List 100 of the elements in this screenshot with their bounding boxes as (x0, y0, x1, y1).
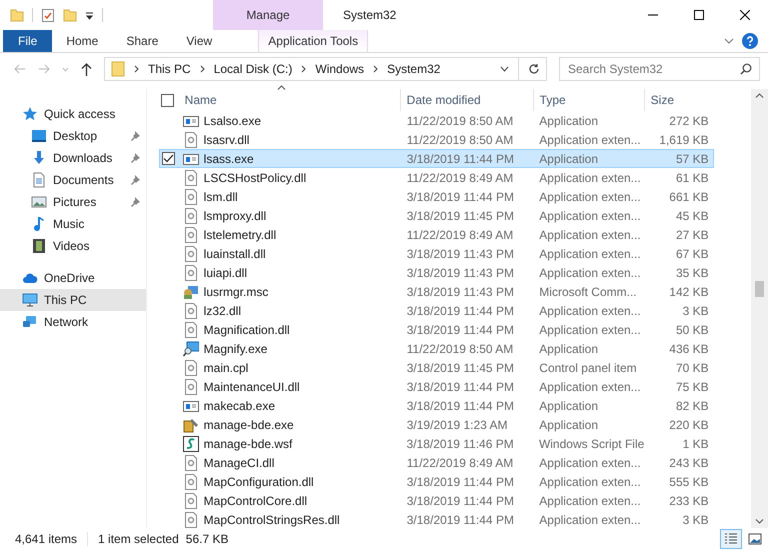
nav-item[interactable]: Desktop (0, 125, 146, 147)
size-cell-text: 3 KB (682, 512, 710, 526)
size-cell-text: 50 KB (674, 322, 710, 336)
file-row[interactable]: MapControlStringsRes.dll 3/18/2019 11:44 PM Application exten... 3 KB (158, 510, 714, 529)
file-row[interactable]: lsasrv.dll 11/22/2019 8:50 AM Application exten... 1,619 KB (158, 130, 714, 149)
gear-document-icon (182, 454, 199, 470)
column-header[interactable]: Name (182, 93, 217, 107)
date-cell-text: 3/18/2019 11:44 PM (406, 152, 515, 166)
file-row[interactable]: LSCSHostPolicy.dll 11/22/2019 8:49 AM Application exten... 61 KB (158, 168, 714, 187)
ribbon-tab[interactable]: File (3, 30, 52, 52)
pin-icon[interactable] (130, 153, 140, 163)
file-row[interactable]: ManageCI.dll 11/22/2019 8:49 AM Application exten... 243 KB (158, 453, 714, 472)
file-row[interactable]: MaintenanceUI.dll 3/18/2019 11:44 PM Application exten... 75 KB (158, 377, 714, 396)
breadcrumb[interactable]: System32 (387, 62, 440, 76)
pin-icon[interactable] (130, 197, 140, 207)
column-header[interactable]: Size (644, 89, 714, 111)
checklist-icon[interactable] (41, 8, 55, 22)
date-cell-text: 3/18/2019 11:44 PM (406, 494, 515, 508)
refresh-icon[interactable] (528, 63, 540, 75)
nav-item[interactable]: Documents (0, 169, 146, 191)
select-all-checkbox[interactable] (160, 94, 174, 106)
type-cell-text: Application exten... (538, 246, 642, 260)
scrollbar[interactable] (751, 89, 768, 528)
type-cell-text: Application exten... (538, 474, 642, 488)
up-arrow-icon[interactable] (81, 62, 92, 76)
scroll-up-icon[interactable] (755, 93, 764, 98)
help-icon[interactable] (742, 33, 758, 49)
chevron-right-icon[interactable] (301, 65, 306, 73)
nav-item[interactable]: Downloads (0, 147, 146, 169)
pin-icon[interactable] (130, 131, 140, 141)
date-cell-text: 3/18/2019 11:45 PM (406, 208, 515, 222)
file-row[interactable]: lz32.dll 3/18/2019 11:44 PM Application exten... 3 KB (158, 301, 714, 320)
scroll-thumb[interactable] (755, 281, 764, 297)
search-field[interactable]: Search System32 (559, 57, 760, 81)
file-row[interactable]: MapControlCore.dll 3/18/2019 11:44 PM Application exten... 233 KB (158, 491, 714, 510)
size-cell-text: 61 KB (674, 170, 710, 184)
file-name: lstelemetry.dll (204, 228, 276, 242)
file-row[interactable]: Magnification.dll 3/18/2019 11:44 PM Application exten... 50 KB (158, 320, 714, 339)
file-row[interactable]: lsm.dll 3/18/2019 11:44 PM Application exten... 661 KB (158, 187, 714, 206)
address-bar[interactable]: This PC Local Disk (C:) Windows System32 (104, 57, 547, 81)
ribbon-tab[interactable]: Share (112, 30, 172, 52)
file-row[interactable]: Lsalso.exe 11/22/2019 8:50 AM Application 272 KB (158, 111, 714, 130)
file-name: manage-bde.exe (204, 418, 294, 432)
size-cell-text: 142 KB (668, 284, 710, 298)
scroll-down-icon[interactable] (755, 519, 764, 524)
nav-item[interactable]: Pictures (0, 191, 146, 213)
nav-item[interactable]: Videos (0, 235, 146, 257)
details-view-button[interactable] (720, 529, 742, 549)
date-cell-text: 3/18/2019 11:44 PM (406, 380, 515, 394)
row-checkbox[interactable] (162, 152, 175, 165)
file-row[interactable]: lsass.exe 3/18/2019 11:44 PM Application 57 KB (158, 149, 714, 168)
file-row[interactable]: manage-bde.wsf 3/18/2019 11:46 PM Windows Script File 1 KB (158, 434, 714, 453)
file-row[interactable]: luainstall.dll 3/18/2019 11:43 PM Application exten... 67 KB (158, 244, 714, 263)
date-cell-text: 3/18/2019 11:43 PM (406, 246, 515, 260)
file-row[interactable]: lstelemetry.dll 11/22/2019 8:49 AM Application exten... 27 KB (158, 225, 714, 244)
ribbon-tab[interactable]: Home (52, 30, 112, 52)
nav-item[interactable]: OneDrive (0, 267, 146, 289)
gear-document-icon (182, 132, 199, 148)
column-header[interactable]: Type (532, 89, 644, 111)
pin-icon[interactable] (130, 175, 140, 185)
gear-document-icon (182, 322, 199, 338)
column-header[interactable]: Date modified (400, 89, 533, 111)
nav-item[interactable]: This PC (0, 289, 146, 311)
date-cell-text: 3/18/2019 11:44 PM (406, 304, 515, 318)
pictures-icon (31, 194, 47, 210)
dropdown-icon[interactable] (500, 66, 509, 72)
type-cell-text: Application (538, 418, 599, 432)
size-cell-text: 243 KB (668, 456, 710, 470)
file-name: makecab.exe (204, 398, 276, 412)
chevron-right-icon[interactable] (134, 65, 139, 73)
nav-item[interactable]: Network (0, 311, 146, 333)
nav-item[interactable]: Music (0, 213, 146, 235)
ribbon-tab[interactable]: Application Tools (258, 30, 368, 52)
file-row[interactable]: Magnify.exe 11/22/2019 8:50 AM Application 436 KB (158, 339, 714, 358)
dropdown-icon[interactable] (85, 10, 94, 20)
nav-item[interactable]: Quick access (0, 103, 146, 125)
breadcrumb[interactable]: Local Disk (C:) (214, 62, 292, 76)
type-cell-text: Control panel item (538, 360, 638, 374)
ribbon-tab[interactable]: View (172, 30, 226, 52)
gear-document-icon (182, 246, 199, 262)
gear-document-icon (182, 264, 199, 280)
chevron-right-icon[interactable] (200, 65, 205, 73)
file-row[interactable]: MapConfiguration.dll 3/18/2019 11:44 PM Application exten... 555 KB (158, 472, 714, 491)
date-cell-text: 3/18/2019 11:43 PM (406, 266, 515, 280)
file-row[interactable]: makecab.exe 3/18/2019 11:44 PM Application 82 KB (158, 396, 714, 415)
file-name: LSCSHostPolicy.dll (204, 170, 306, 184)
file-row[interactable]: luiapi.dll 3/18/2019 11:43 PM Application exten... 35 KB (158, 263, 714, 282)
chevron-down-icon[interactable] (724, 38, 734, 44)
file-name: MapControlCore.dll (204, 494, 308, 508)
chevron-right-icon[interactable] (373, 65, 378, 73)
file-row[interactable]: lusrmgr.msc 3/18/2019 11:43 PM Microsoft Comm... 142 KB (158, 282, 714, 301)
size-cell-text: 233 KB (668, 494, 710, 508)
breadcrumb[interactable]: This PC (148, 62, 191, 76)
file-name: lz32.dll (204, 304, 242, 318)
date-cell-text: 3/18/2019 11:44 PM (406, 398, 515, 412)
file-row[interactable]: lsmproxy.dll 3/18/2019 11:45 PM Application exten... 45 KB (158, 206, 714, 225)
file-row[interactable]: manage-bde.exe 3/19/2019 1:23 AM Application 220 KB (158, 415, 714, 434)
size-cell-text: 272 KB (668, 114, 710, 128)
file-row[interactable]: main.cpl 3/18/2019 11:45 PM Control panel item 70 KB (158, 358, 714, 377)
breadcrumb[interactable]: Windows (315, 62, 364, 76)
